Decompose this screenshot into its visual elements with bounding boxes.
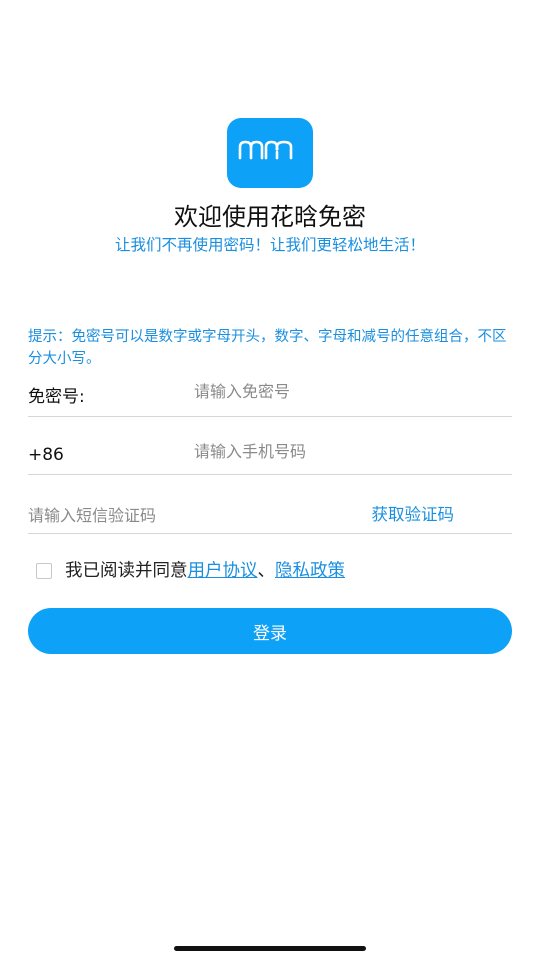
login-button[interactable]: 登录 [28,608,512,654]
country-code-label: +86 [28,445,64,465]
agreement-checkbox[interactable] [36,563,52,579]
sms-code-row: 获取验证码 [28,481,512,534]
agreement-row: 我已阅读并同意用户协议、隐私政策 [34,558,494,584]
phone-row: +86 [28,422,512,475]
app-logo [227,118,313,188]
get-code-button[interactable]: 获取验证码 [372,503,455,527]
mm-logo-icon [238,140,293,160]
sms-code-input[interactable] [28,503,328,527]
agreement-separator: 、 [257,561,276,581]
phone-input[interactable] [194,439,504,463]
page-subtitle: 让我们不再使用密码！让我们更轻松地生活！ [114,236,425,254]
page-title: 欢迎使用花晗免密 [174,203,366,231]
username-input[interactable] [194,379,504,403]
username-label: 免密号: [28,387,85,407]
agreement-prefix: 我已阅读并同意 [65,561,188,581]
username-row: 免密号: [28,364,512,417]
home-indicator [174,946,366,951]
user-agreement-link[interactable]: 用户协议 [188,561,258,581]
agreement-text: 我已阅读并同意用户协议、隐私政策 [65,559,345,583]
privacy-policy-link[interactable]: 隐私政策 [275,561,345,581]
